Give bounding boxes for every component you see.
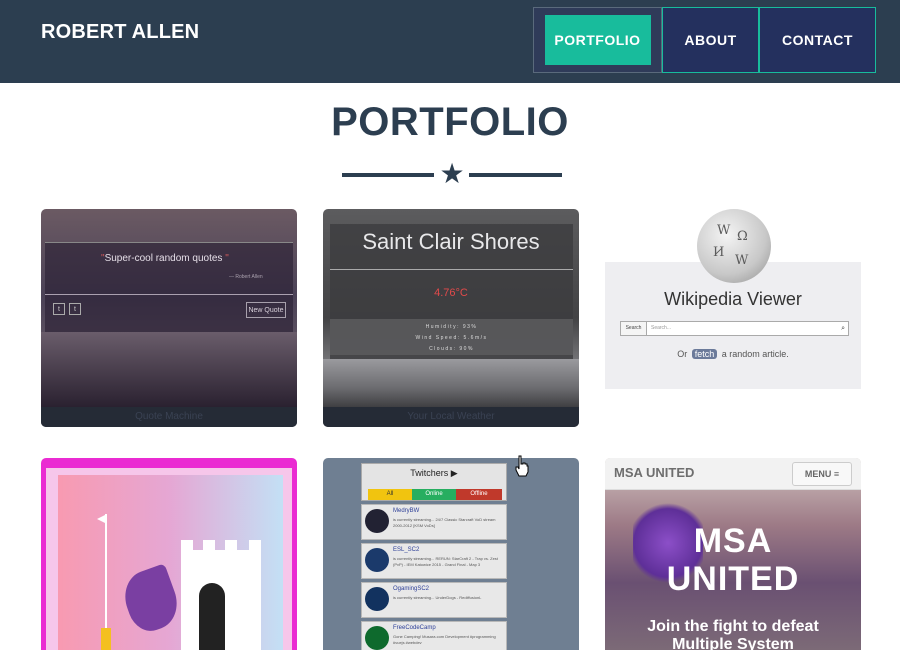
mountain-image — [323, 359, 579, 407]
castle-battlement — [181, 540, 193, 550]
msa-menu-button: MENU ≡ — [792, 462, 852, 486]
twitch-channel-row: MedryBW is currently streaming... 24/7 C… — [361, 504, 507, 540]
new-quote-button: New Quote — [246, 302, 286, 318]
castle-door — [199, 583, 225, 650]
wiki-or-text: Or — [677, 349, 688, 359]
twitch-tab-online: Online — [412, 489, 456, 500]
wiki-random-text: a random article. — [721, 349, 789, 359]
castle-battlement — [225, 540, 237, 550]
wiki-search-placeholder: Search... — [651, 325, 672, 331]
msa-topbar: MSA UNITED MENU ≡ — [605, 458, 861, 490]
brand-logo[interactable]: ROBERT ALLEN — [41, 21, 199, 44]
search-icon: ⌕ — [841, 325, 845, 332]
weather-wind: Wind Speed: 5.6m/s — [415, 335, 488, 341]
channel-name: OgamingSC2 — [393, 586, 430, 592]
navbar: ROBERT ALLEN PORTFOLIO ABOUT CONTACT — [0, 0, 900, 83]
card-caption: Quote Machine — [41, 407, 297, 427]
star-icon: ★ — [439, 158, 465, 189]
quote-separator — [45, 294, 293, 295]
quote-author: — Robert Allen — [229, 274, 263, 280]
tumblr-icon: t — [69, 303, 81, 315]
flag-pole — [105, 514, 107, 634]
twitch-tab-all: All — [368, 489, 412, 500]
weather-divider — [330, 269, 573, 270]
channel-name: FreeCodeCamp — [393, 625, 436, 631]
yellow-block — [101, 628, 111, 650]
castle-battlement — [203, 540, 215, 550]
avatar — [365, 548, 389, 572]
nav-contact[interactable]: CONTACT — [759, 7, 876, 73]
msa-tagline-line-1: Join the fight to defeat — [647, 618, 819, 635]
twitch-channel-row: ESL_SC2 is currently streaming... RERUN:… — [361, 543, 507, 579]
castle-battlement — [249, 540, 261, 550]
flag-icon — [97, 514, 107, 524]
nav-contact-label: CONTACT — [782, 32, 853, 48]
wiki-title: Wikipedia Viewer — [664, 289, 802, 309]
channel-name: ESL_SC2 — [393, 547, 420, 553]
msa-tagline: Join the fight to defeat Multiple System — [605, 618, 861, 650]
twitch-channel-row: FreeCodeCamp Gone Camping! Musara.com De… — [361, 621, 507, 650]
msa-tagline-line-2: Multiple System — [672, 636, 794, 650]
wiki-fetch-button: fetch — [691, 349, 718, 359]
channel-name: MedryBW — [393, 508, 420, 514]
wiki-random-line: Or fetch a random article. — [605, 349, 861, 359]
avatar — [365, 626, 389, 650]
project-card-wikipedia[interactable]: W Ω И W Wikipedia Viewer Search Search..… — [605, 209, 861, 389]
nav-portfolio[interactable]: PORTFOLIO — [533, 7, 662, 73]
quote-close-mark: " — [225, 253, 229, 264]
project-card-quote-machine[interactable]: "Super-cool random quotes " — Robert All… — [41, 209, 297, 427]
divider-line-right — [469, 173, 562, 177]
weather-clouds: Clouds: 90% — [429, 346, 474, 352]
channel-status: Gone Camping! Musara.com Development #pr… — [393, 634, 496, 645]
weather-temp: 4.76°C — [434, 287, 468, 299]
msa-hero-line-2: UNITED — [666, 560, 800, 598]
weather-humidity: Humidity: 93% — [425, 324, 478, 330]
channel-status: is currently streaming... RERUN: StarCra… — [393, 556, 498, 567]
project-card-msa-united[interactable]: MSA UNITED MENU ≡ MSA UNITED Join the fi… — [605, 458, 861, 650]
castle-icon — [181, 540, 261, 650]
channel-status: is currently streaming... 24/7 Classic S… — [393, 517, 496, 528]
nav-portfolio-label: PORTFOLIO — [544, 15, 651, 65]
card-caption: Your Local Weather — [323, 407, 579, 427]
msa-logo: MSA UNITED — [614, 465, 695, 480]
canal-image — [41, 332, 297, 407]
divider-line-left — [342, 173, 434, 177]
project-card-twitch[interactable]: Twitchers ▶ All Online Offline MedryBW i… — [323, 458, 579, 650]
title-divider: ★ — [342, 160, 562, 190]
page-title: PORTFOLIO — [331, 100, 569, 144]
project-card-weather[interactable]: Saint Clair Shores 4.76°C Humidity: 93% … — [323, 209, 579, 427]
wikipedia-globe-icon: W Ω И W — [697, 209, 771, 283]
hand-cursor-icon — [515, 455, 529, 477]
weather-city: Saint Clair Shores — [362, 229, 540, 254]
wiki-search-button: Search — [621, 322, 647, 335]
nav-about-label: ABOUT — [684, 32, 737, 48]
channel-status: is currently streaming... UnderDogs - Re… — [393, 595, 482, 600]
quote-body: Super-cool random quotes — [104, 253, 226, 264]
twitter-icon: t — [53, 303, 65, 315]
avatar — [365, 587, 389, 611]
quote-text: "Super-cool random quotes " — [101, 253, 229, 264]
twitch-tab-offline: Offline — [456, 489, 502, 500]
avatar — [365, 509, 389, 533]
wiki-search-bar: Search Search... ⌕ — [620, 321, 849, 336]
weather-stats: Humidity: 93% Wind Speed: 5.6m/s Clouds:… — [330, 319, 573, 355]
msa-hero-line-1: MSA — [693, 522, 773, 560]
msa-hero-text: MSA UNITED — [605, 522, 861, 598]
twitch-channel-row: OgamingSC2 is currently streaming... Und… — [361, 582, 507, 618]
nav-about[interactable]: ABOUT — [662, 7, 759, 73]
twitch-title: Twitchers ▶ — [410, 468, 458, 478]
project-card-castle-game[interactable] — [41, 458, 297, 650]
twitch-header: Twitchers ▶ All Online Offline — [361, 463, 507, 501]
